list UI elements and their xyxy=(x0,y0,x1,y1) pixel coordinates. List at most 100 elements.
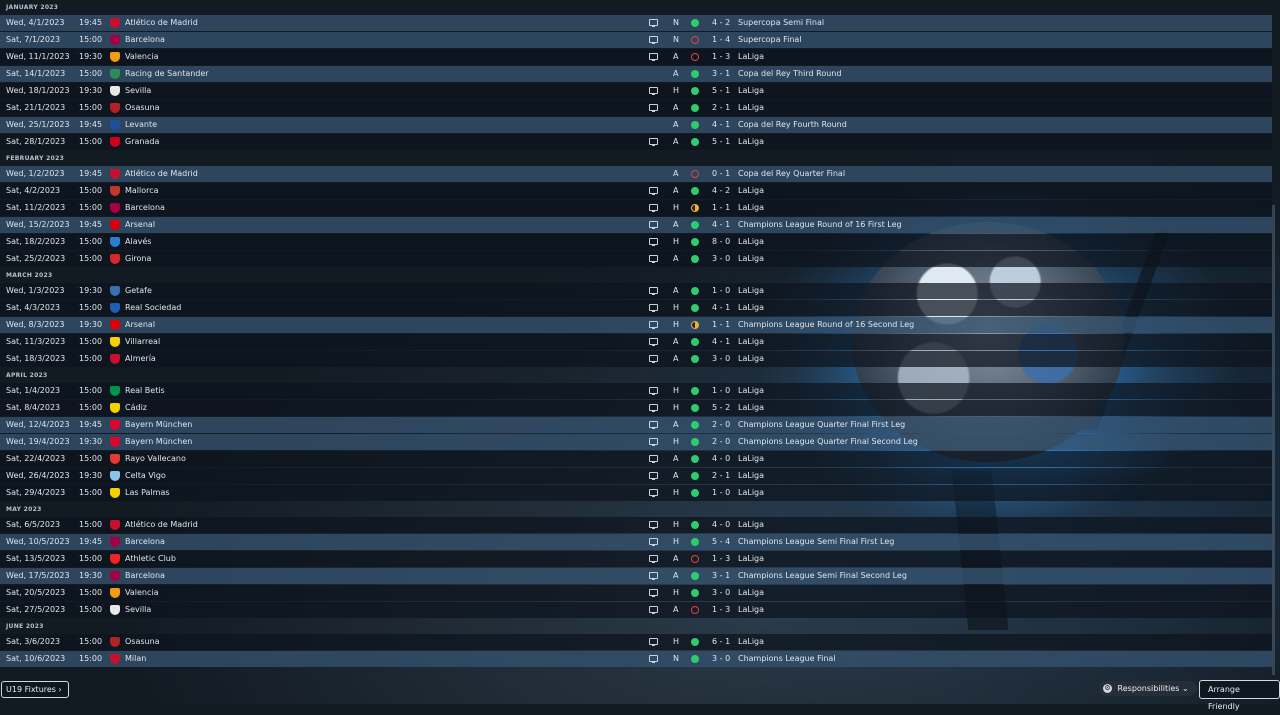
opponent-name[interactable]: Real Sociedad xyxy=(125,300,181,316)
responsibilities-button[interactable]: ⚙ Responsibilities ⌄ xyxy=(1099,681,1197,696)
fixture-row[interactable]: Wed, 8/3/2023 19:30 Arsenal H 1 - 1 Champions… xyxy=(0,317,1272,333)
opponent-name[interactable]: Arsenal xyxy=(125,217,155,233)
opponent-name[interactable]: Girona xyxy=(125,251,151,267)
fixture-row[interactable]: Sat, 7/1/2023 15:00 Barcelona N 1 - 4 Superco… xyxy=(0,32,1272,48)
competition-name[interactable]: LaLiga xyxy=(738,634,764,650)
opponent-name[interactable]: Las Palmas xyxy=(125,485,170,501)
fixture-row[interactable]: Sat, 8/4/2023 15:00 Cádiz H 5 - 2 LaLiga xyxy=(0,400,1272,416)
opponent-name[interactable]: Bayern München xyxy=(125,434,192,450)
fixture-row[interactable]: Sat, 25/2/2023 15:00 Girona A 3 - 0 LaLiga xyxy=(0,251,1272,267)
opponent-name[interactable]: Milan xyxy=(125,651,146,667)
opponent-name[interactable]: Arsenal xyxy=(125,317,155,333)
competition-name[interactable]: LaLiga xyxy=(738,585,764,601)
competition-name[interactable]: LaLiga xyxy=(738,300,764,316)
fixture-row[interactable]: Sat, 6/5/2023 15:00 Atlético de Madrid H 4 -… xyxy=(0,517,1272,533)
opponent-name[interactable]: Almería xyxy=(125,351,156,367)
opponent-name[interactable]: Barcelona xyxy=(125,200,165,216)
fixture-row[interactable]: Sat, 14/1/2023 15:00 Racing de Santander A 3… xyxy=(0,66,1272,82)
opponent-name[interactable]: Sevilla xyxy=(125,83,151,99)
competition-name[interactable]: LaLiga xyxy=(738,383,764,399)
opponent-name[interactable]: Barcelona xyxy=(125,534,165,550)
competition-name[interactable]: Champions League Semi Final Second Leg xyxy=(738,568,907,584)
fixture-row[interactable]: Sat, 22/4/2023 15:00 Rayo Vallecano A 4 - 0 L… xyxy=(0,451,1272,467)
opponent-name[interactable]: Alavés xyxy=(125,234,151,250)
competition-name[interactable]: LaLiga xyxy=(738,551,764,567)
opponent-name[interactable]: Mallorca xyxy=(125,183,159,199)
opponent-name[interactable]: Rayo Vallecano xyxy=(125,451,186,467)
opponent-name[interactable]: Villarreal xyxy=(125,334,160,350)
competition-name[interactable]: Copa del Rey Quarter Final xyxy=(738,166,845,182)
fixture-row[interactable]: Sat, 4/3/2023 15:00 Real Sociedad H 4 - 1 LaL… xyxy=(0,300,1272,316)
competition-name[interactable]: LaLiga xyxy=(738,200,764,216)
competition-name[interactable]: LaLiga xyxy=(738,234,764,250)
fixture-row[interactable]: Wed, 12/4/2023 19:45 Bayern München A 2 - 0 C… xyxy=(0,417,1272,433)
competition-name[interactable]: LaLiga xyxy=(738,83,764,99)
competition-name[interactable]: LaLiga xyxy=(738,451,764,467)
competition-name[interactable]: LaLiga xyxy=(738,283,764,299)
competition-name[interactable]: Champions League Round of 16 First Leg xyxy=(738,217,902,233)
competition-name[interactable]: LaLiga xyxy=(738,468,764,484)
fixture-row[interactable]: Wed, 26/4/2023 19:30 Celta Vigo A 2 - 1 LaLig… xyxy=(0,468,1272,484)
fixture-row[interactable]: Sat, 13/5/2023 15:00 Athletic Club A 1 - 3 La… xyxy=(0,551,1272,567)
fixture-row[interactable]: Sat, 10/6/2023 15:00 Milan N 3 - 0 Champions … xyxy=(0,651,1272,667)
fixture-row[interactable]: Sat, 11/2/2023 15:00 Barcelona H 1 - 1 LaLiga xyxy=(0,200,1272,216)
fixture-row[interactable]: Wed, 18/1/2023 19:30 Sevilla H 5 - 1 LaLiga xyxy=(0,83,1272,99)
opponent-name[interactable]: Getafe xyxy=(125,283,152,299)
opponent-name[interactable]: Valencia xyxy=(125,49,159,65)
competition-name[interactable]: LaLiga xyxy=(738,485,764,501)
opponent-name[interactable]: Barcelona xyxy=(125,568,165,584)
fixture-row[interactable]: Wed, 4/1/2023 19:45 Atlético de Madrid N 4 -… xyxy=(0,15,1272,31)
competition-name[interactable]: Champions League Quarter Final Second Le… xyxy=(738,434,918,450)
competition-name[interactable]: LaLiga xyxy=(738,351,764,367)
fixture-row[interactable]: Sat, 20/5/2023 15:00 Valencia H 3 - 0 LaLiga xyxy=(0,585,1272,601)
competition-name[interactable]: Champions League Round of 16 Second Leg xyxy=(738,317,914,333)
fixture-row[interactable]: Wed, 11/1/2023 19:30 Valencia A 1 - 3 LaLiga xyxy=(0,49,1272,65)
opponent-name[interactable]: Sevilla xyxy=(125,602,151,618)
fixture-row[interactable]: Wed, 19/4/2023 19:30 Bayern München H 2 - 0 C… xyxy=(0,434,1272,450)
fixture-row[interactable]: Sat, 18/2/2023 15:00 Alavés H 8 - 0 LaLiga xyxy=(0,234,1272,250)
opponent-name[interactable]: Osasuna xyxy=(125,100,160,116)
competition-name[interactable]: LaLiga xyxy=(738,251,764,267)
competition-name[interactable]: Supercopa Semi Final xyxy=(738,15,824,31)
fixture-row[interactable]: Sat, 21/1/2023 15:00 Osasuna A 2 - 1 LaLiga xyxy=(0,100,1272,116)
opponent-name[interactable]: Atlético de Madrid xyxy=(125,15,198,31)
fixture-row[interactable]: Sat, 29/4/2023 15:00 Las Palmas H 1 - 0 LaLig… xyxy=(0,485,1272,501)
opponent-name[interactable]: Athletic Club xyxy=(125,551,176,567)
opponent-name[interactable]: Barcelona xyxy=(125,32,165,48)
competition-name[interactable]: LaLiga xyxy=(738,602,764,618)
fixture-row[interactable]: Sat, 3/6/2023 15:00 Osasuna H 6 - 1 LaLiga xyxy=(0,634,1272,650)
fixture-row[interactable]: Wed, 15/2/2023 19:45 Arsenal A 4 - 1 Champion… xyxy=(0,217,1272,233)
opponent-name[interactable]: Osasuna xyxy=(125,634,160,650)
opponent-name[interactable]: Real Betis xyxy=(125,383,165,399)
competition-name[interactable]: LaLiga xyxy=(738,49,764,65)
competition-name[interactable]: LaLiga xyxy=(738,517,764,533)
competition-name[interactable]: LaLiga xyxy=(738,400,764,416)
fixture-row[interactable]: Sat, 11/3/2023 15:00 Villarreal A 4 - 1 LaLig… xyxy=(0,334,1272,350)
opponent-name[interactable]: Racing de Santander xyxy=(125,66,209,82)
fixture-row[interactable]: Wed, 10/5/2023 19:45 Barcelona H 5 - 4 Champi… xyxy=(0,534,1272,550)
fixture-row[interactable]: Wed, 1/3/2023 19:30 Getafe A 1 - 0 LaLiga xyxy=(0,283,1272,299)
competition-name[interactable]: Champions League Semi Final First Leg xyxy=(738,534,894,550)
competition-name[interactable]: LaLiga xyxy=(738,134,764,150)
opponent-name[interactable]: Valencia xyxy=(125,585,159,601)
opponent-name[interactable]: Cádiz xyxy=(125,400,147,416)
competition-name[interactable]: Supercopa Final xyxy=(738,32,802,48)
fixture-row[interactable]: Wed, 1/2/2023 19:45 Atlético de Madrid A 0 -… xyxy=(0,166,1272,182)
opponent-name[interactable]: Atlético de Madrid xyxy=(125,166,198,182)
opponent-name[interactable]: Celta Vigo xyxy=(125,468,166,484)
competition-name[interactable]: LaLiga xyxy=(738,183,764,199)
fixture-row[interactable]: Sat, 27/5/2023 15:00 Sevilla A 1 - 3 LaLiga xyxy=(0,602,1272,618)
competition-name[interactable]: LaLiga xyxy=(738,100,764,116)
fixture-row[interactable]: Wed, 17/5/2023 19:30 Barcelona A 3 - 1 Champi… xyxy=(0,568,1272,584)
competition-name[interactable]: Champions League Quarter Final First Leg xyxy=(738,417,905,433)
fixtures-scrollbar[interactable] xyxy=(1272,205,1275,675)
fixture-row[interactable]: Wed, 25/1/2023 19:45 Levante A 4 - 1 Copa del… xyxy=(0,117,1272,133)
opponent-name[interactable]: Levante xyxy=(125,117,157,133)
opponent-name[interactable]: Atlético de Madrid xyxy=(125,517,198,533)
u19-fixtures-button[interactable]: U19 Fixtures › xyxy=(1,681,69,698)
competition-name[interactable]: LaLiga xyxy=(738,334,764,350)
competition-name[interactable]: Copa del Rey Fourth Round xyxy=(738,117,847,133)
fixture-row[interactable]: Sat, 1/4/2023 15:00 Real Betis H 1 - 0 LaLiga xyxy=(0,383,1272,399)
arrange-friendly-button[interactable]: Arrange Friendly xyxy=(1199,680,1280,711)
fixture-row[interactable]: Sat, 28/1/2023 15:00 Granada A 5 - 1 LaLiga xyxy=(0,134,1272,150)
